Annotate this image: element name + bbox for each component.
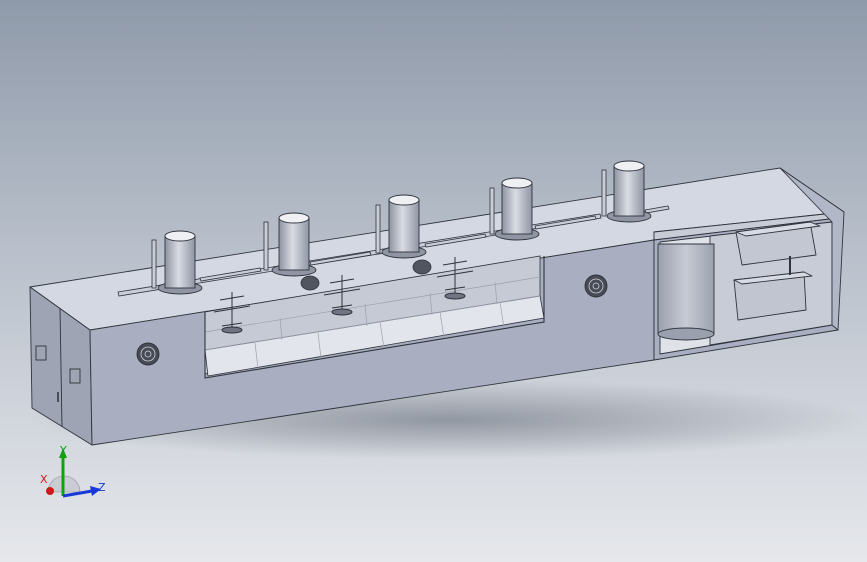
pipe-riser <box>375 204 381 254</box>
exhaust-fan-icon[interactable] <box>136 342 160 366</box>
tower-5[interactable] <box>606 160 652 223</box>
tower-4[interactable] <box>494 177 540 241</box>
y-axis-label: Y <box>59 444 67 457</box>
exhaust-fan-icon[interactable] <box>584 274 608 298</box>
vent-icon <box>300 275 320 291</box>
pipe-riser <box>489 187 495 235</box>
pipe-riser <box>601 169 607 217</box>
pipe-riser <box>151 239 157 289</box>
vent-icon <box>412 259 432 275</box>
tower-3[interactable] <box>381 194 427 259</box>
tower-2[interactable] <box>271 212 317 277</box>
x-axis-label: X <box>40 473 48 486</box>
cad-viewport[interactable]: Y Z X <box>0 0 867 562</box>
tower-1[interactable] <box>157 230 203 295</box>
storage-cylinder <box>657 243 715 335</box>
cad-model-view[interactable]: Y Z X <box>0 0 867 562</box>
pipe-riser <box>263 221 269 271</box>
z-axis-label: Z <box>98 481 106 494</box>
x-axis-arrow <box>46 487 54 495</box>
storage-cylinder-base <box>657 327 715 341</box>
orientation-triad[interactable]: Y Z X <box>40 444 106 498</box>
equipment-chamber[interactable] <box>653 217 839 361</box>
